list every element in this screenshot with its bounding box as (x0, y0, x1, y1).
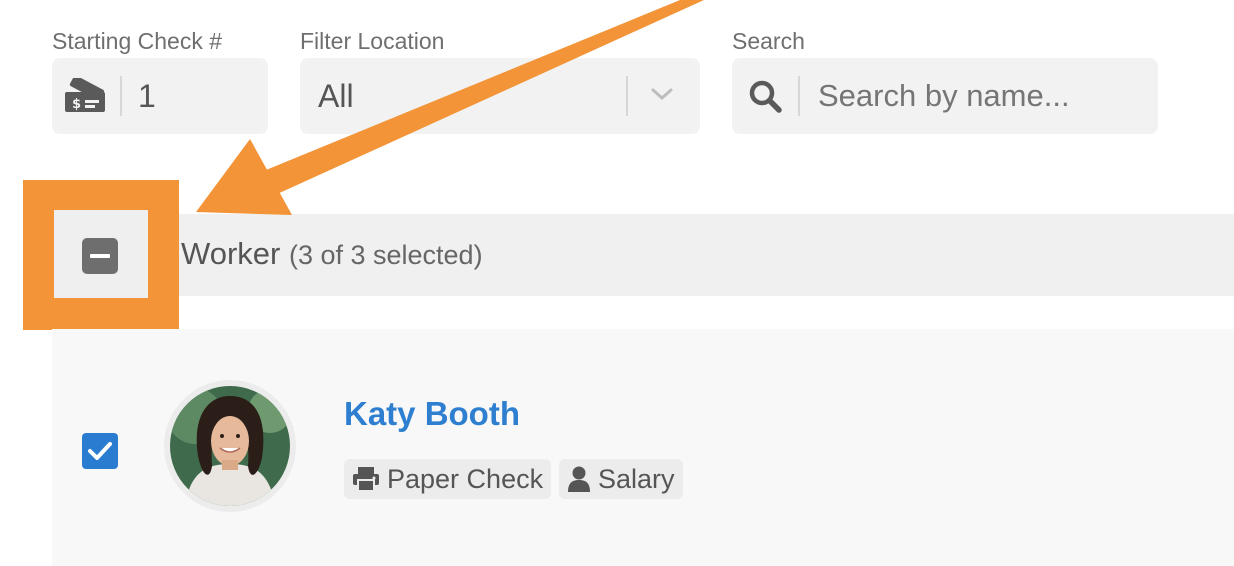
tag-paper-check-label: Paper Check (387, 463, 544, 494)
tag-paper-check: Paper Check (344, 459, 552, 499)
worker-name-link[interactable]: Katy Booth (344, 395, 520, 433)
avatar (170, 386, 290, 506)
checkmark-icon (88, 442, 112, 460)
user-icon (568, 466, 590, 492)
worker-row-checkbox[interactable] (82, 433, 118, 469)
tag-salary-label: Salary (598, 463, 675, 494)
tag-salary: Salary (559, 459, 683, 499)
printer-icon (353, 467, 379, 492)
